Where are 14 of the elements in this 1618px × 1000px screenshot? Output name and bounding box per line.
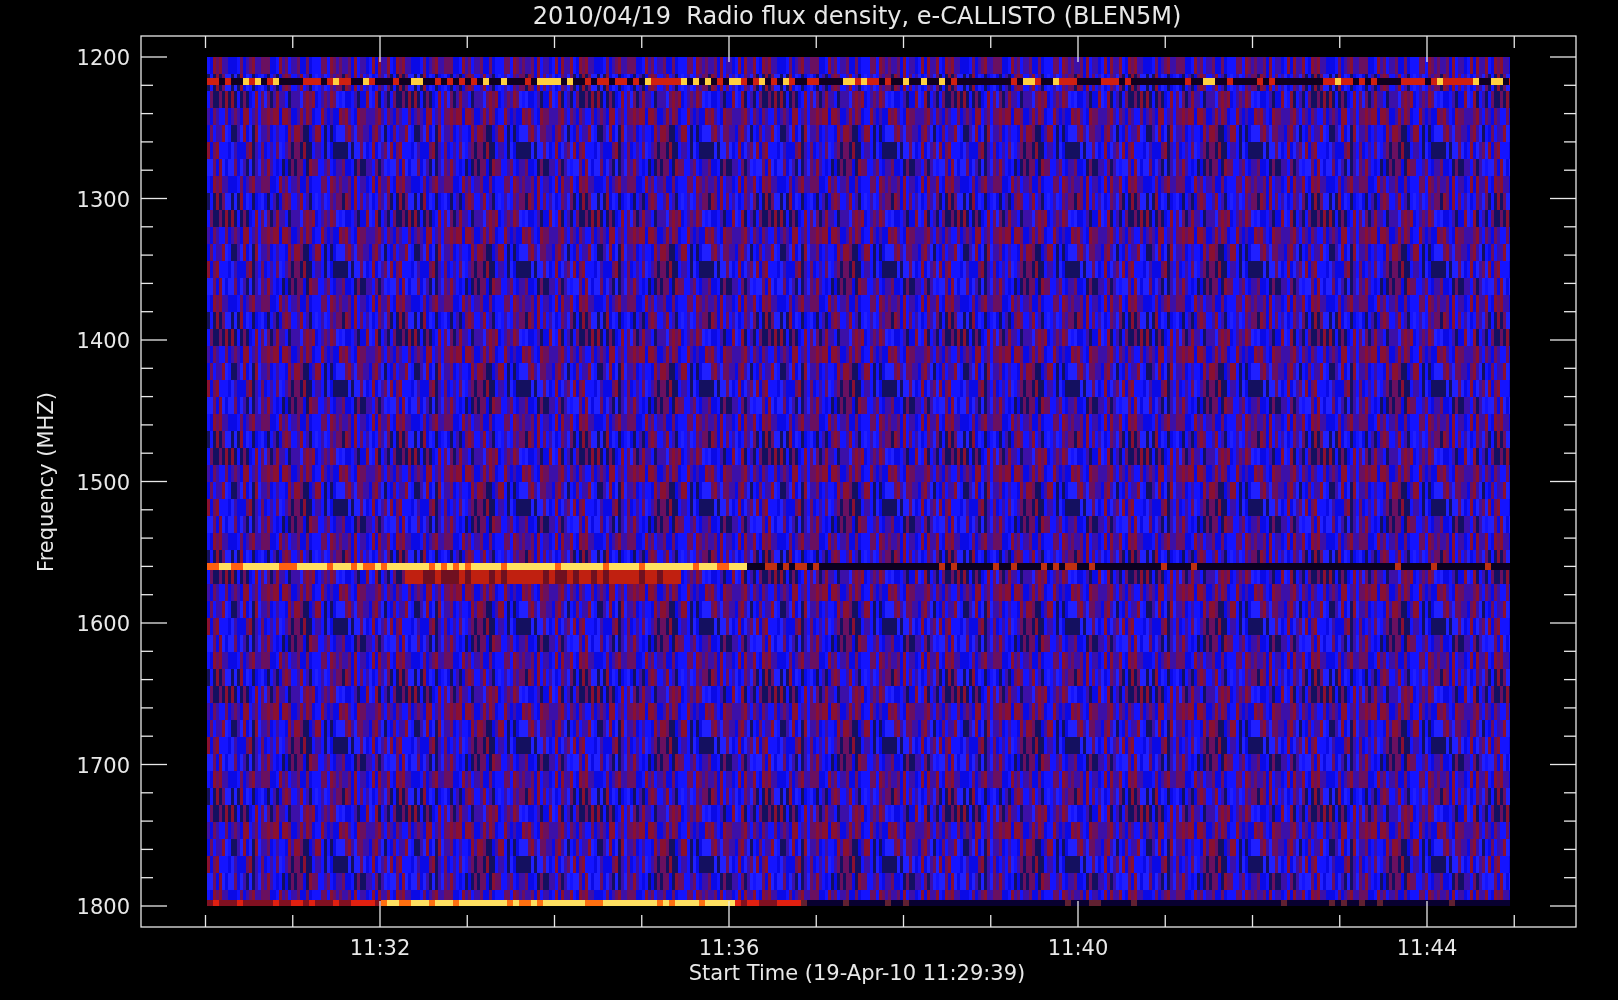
x-axis-label: Start Time (19-Apr-10 11:29:39) [688,961,1026,985]
x-tick-label: 11:44 [1396,936,1458,960]
y-tick-label: 1200 [76,46,130,70]
x-tick-label: 11:32 [349,936,411,960]
chart-title: 2010/04/19 Radio flux density, e-CALLISTO (BLEN5M) [532,2,1182,30]
y-tick-label: 1500 [76,470,130,495]
x-tick-label: 11:40 [1047,936,1109,960]
y-axis-label: Frequency (MHZ) [34,392,58,572]
y-tick-label: 1300 [76,187,130,212]
y-tick-label: 1800 [76,895,130,919]
y-tick-label: 1700 [76,753,130,778]
x-tick-label: 11:36 [698,936,760,960]
y-tick-label: 1600 [76,612,130,636]
y-tick-label: 1400 [76,329,130,353]
